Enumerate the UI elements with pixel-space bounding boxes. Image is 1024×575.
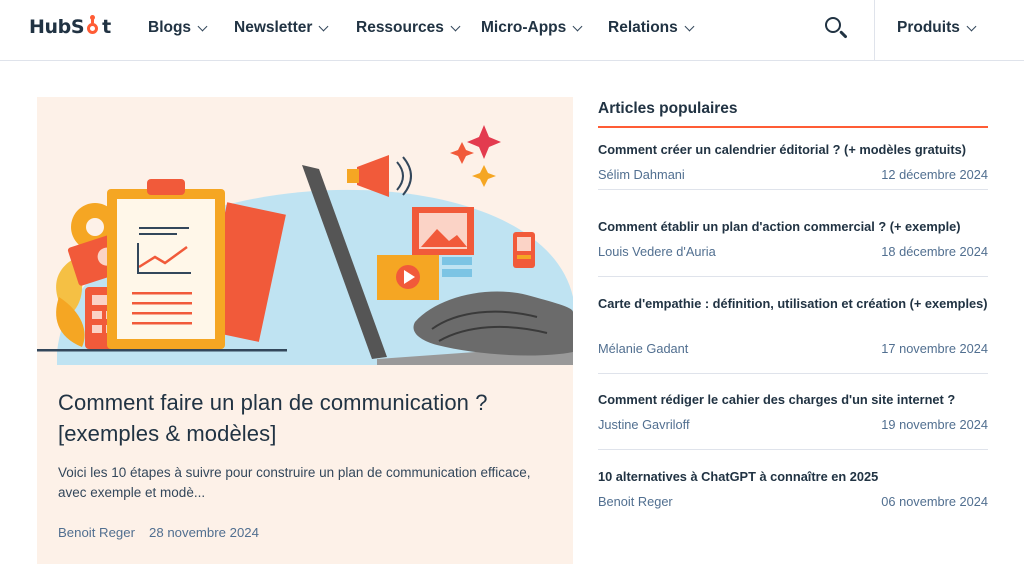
nav-item-label: Micro-Apps bbox=[481, 19, 567, 36]
nav-item-relations[interactable]: Relations bbox=[608, 17, 695, 39]
featured-article-title[interactable]: Comment faire un plan de communication ?… bbox=[58, 387, 528, 449]
nav-item-blogs[interactable]: Blogs bbox=[148, 17, 208, 39]
chevron-down-icon bbox=[684, 21, 695, 31]
popular-article-title[interactable]: 10 alternatives à ChatGPT à connaître en… bbox=[598, 467, 988, 487]
nav-item-micro-apps[interactable]: Micro-Apps bbox=[481, 17, 583, 39]
popular-article-item[interactable]: Comment rédiger le cahier des charges d'… bbox=[598, 390, 988, 450]
search-button[interactable] bbox=[822, 14, 850, 42]
popular-article-meta: Benoit Reger 06 novembre 2024 bbox=[598, 494, 988, 509]
nav-item-newsletter[interactable]: Newsletter bbox=[234, 17, 329, 39]
featured-article-meta: Benoit Reger 28 novembre 2024 bbox=[58, 525, 259, 540]
sprocket-icon bbox=[85, 15, 101, 35]
logo-text-right: t bbox=[102, 16, 111, 38]
popular-articles-heading: Articles populaires bbox=[598, 100, 738, 117]
chevron-down-icon bbox=[318, 21, 329, 31]
popular-article-meta: Louis Vedere d'Auria 18 décembre 2024 bbox=[598, 244, 988, 259]
chevron-down-icon bbox=[197, 21, 208, 31]
popular-article-date: 17 novembre 2024 bbox=[881, 341, 988, 356]
popular-article-date: 06 novembre 2024 bbox=[881, 494, 988, 509]
popular-article-item[interactable]: Carte d'empathie : définition, utilisati… bbox=[598, 294, 988, 374]
popular-article-title[interactable]: Carte d'empathie : définition, utilisati… bbox=[598, 294, 988, 314]
popular-article-item[interactable]: Comment créer un calendrier éditorial ? … bbox=[598, 140, 988, 190]
popular-article-author[interactable]: Justine Gavriloff bbox=[598, 417, 690, 432]
nav-item-label: Ressources bbox=[356, 19, 444, 36]
nav-item-ressources[interactable]: Ressources bbox=[356, 17, 461, 39]
nav-divider bbox=[874, 0, 875, 61]
popular-article-meta: Sélim Dahmani 12 décembre 2024 bbox=[598, 167, 988, 182]
nav-item-label: Produits bbox=[897, 19, 960, 36]
popular-article-date: 12 décembre 2024 bbox=[881, 167, 988, 182]
popular-heading-divider bbox=[598, 126, 988, 128]
chevron-down-icon bbox=[966, 21, 977, 31]
popular-article-date: 19 novembre 2024 bbox=[881, 417, 988, 432]
featured-article-excerpt: Voici les 10 étapes à suivre pour constr… bbox=[58, 465, 531, 500]
hubspot-logo[interactable]: HubS t bbox=[29, 14, 111, 40]
popular-article-author[interactable]: Sélim Dahmani bbox=[598, 167, 685, 182]
nav-item-produits[interactable]: Produits bbox=[897, 17, 977, 39]
featured-article-image bbox=[37, 97, 573, 365]
popular-article-title[interactable]: Comment créer un calendrier éditorial ? … bbox=[598, 140, 988, 160]
popular-article-item[interactable]: Comment établir un plan d'action commerc… bbox=[598, 217, 988, 277]
popular-article-item[interactable]: 10 alternatives à ChatGPT à connaître en… bbox=[598, 467, 988, 517]
nav-item-label: Newsletter bbox=[234, 19, 313, 36]
featured-article-author[interactable]: Benoit Reger bbox=[58, 525, 135, 540]
popular-article-title[interactable]: Comment établir un plan d'action commerc… bbox=[598, 217, 988, 237]
popular-article-title[interactable]: Comment rédiger le cahier des charges d'… bbox=[598, 390, 988, 410]
chevron-down-icon bbox=[572, 21, 583, 31]
popular-article-meta: Mélanie Gadant 17 novembre 2024 bbox=[598, 341, 988, 356]
nav-item-label: Blogs bbox=[148, 19, 192, 36]
popular-articles: Articles populaires Comment créer un cal… bbox=[598, 100, 988, 509]
featured-article-card[interactable]: Comment faire un plan de communication ?… bbox=[37, 97, 573, 564]
popular-article-author[interactable]: Benoit Reger bbox=[598, 494, 673, 509]
popular-article-meta: Justine Gavriloff 19 novembre 2024 bbox=[598, 417, 988, 432]
popular-article-author[interactable]: Louis Vedere d'Auria bbox=[598, 244, 716, 259]
logo-text-left: HubS bbox=[29, 16, 85, 38]
nav-item-label: Relations bbox=[608, 19, 678, 36]
popular-article-author[interactable]: Mélanie Gadant bbox=[598, 341, 688, 356]
chevron-down-icon bbox=[450, 21, 461, 31]
top-navigation: HubS t Blogs Newsletter Ressources Micro-… bbox=[0, 0, 1024, 61]
popular-article-date: 18 décembre 2024 bbox=[881, 244, 988, 259]
featured-article-date: 28 novembre 2024 bbox=[148, 525, 259, 540]
